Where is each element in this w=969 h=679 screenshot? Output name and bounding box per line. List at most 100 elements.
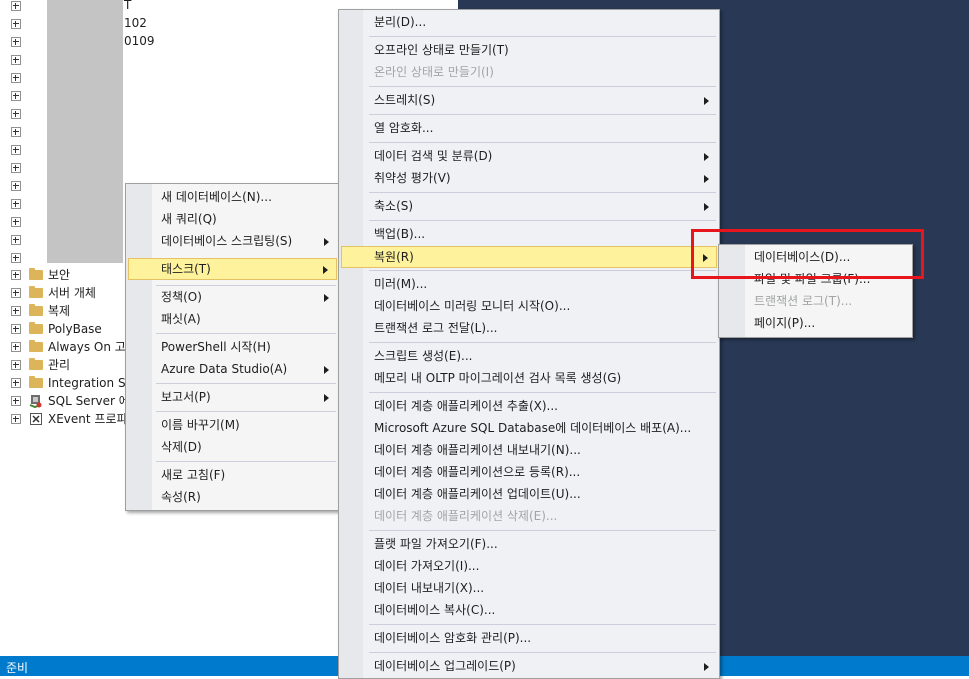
menu-item-import-data[interactable]: 데이터 가져오기(I)... xyxy=(341,555,717,577)
menu-item-mirror[interactable]: 미러(M)... xyxy=(341,273,717,295)
menu-item-manage-encryption[interactable]: 데이터베이스 암호화 관리(P)... xyxy=(341,627,717,649)
menu-item-label: 미러(M)... xyxy=(374,277,428,291)
expand-icon[interactable] xyxy=(11,1,21,11)
menu-item-shrink[interactable]: 축소(S) xyxy=(341,195,717,217)
folder-icon xyxy=(29,286,43,298)
expand-icon[interactable] xyxy=(11,145,21,155)
expand-icon[interactable] xyxy=(11,217,21,227)
menu-item-label: 오프라인 상태로 만들기(T) xyxy=(374,43,509,57)
expand-icon[interactable] xyxy=(11,270,21,280)
folder-icon xyxy=(29,304,43,316)
menu-item-take-offline[interactable]: 오프라인 상태로 만들기(T) xyxy=(341,39,717,61)
tasks-submenu[interactable]: 분리(D)... 오프라인 상태로 만들기(T) 온라인 상태로 만들기(I) … xyxy=(338,9,720,679)
menu-separator xyxy=(156,333,336,334)
menu-item-reports[interactable]: 보고서(P) xyxy=(128,386,337,408)
menu-item-label: 데이터베이스 미러링 모니터 시작(O)... xyxy=(374,299,571,313)
menu-item-log-shipping[interactable]: 트랜잭션 로그 전달(L)... xyxy=(341,317,717,339)
menu-separator xyxy=(369,392,716,393)
menu-item-label: 백업(B)... xyxy=(374,227,426,241)
expand-icon[interactable] xyxy=(11,199,21,209)
menu-item-tasks[interactable]: 태스크(T) xyxy=(128,258,337,280)
menu-item-label: 데이터 계층 애플리케이션 삭제(E)... xyxy=(374,509,558,523)
menu-item-new-database[interactable]: 새 데이터베이스(N)... xyxy=(128,186,337,208)
sql-agent-icon xyxy=(29,394,43,409)
tree-node-label: 관리 xyxy=(48,358,71,372)
expand-icon[interactable] xyxy=(11,37,21,47)
database-context-menu[interactable]: 새 데이터베이스(N)... 새 쿼리(Q) 데이터베이스 스크립팅(S) 태스… xyxy=(125,183,340,511)
submenu-arrow-icon xyxy=(323,266,328,274)
menu-item-delete[interactable]: 삭제(D) xyxy=(128,436,337,458)
expand-icon[interactable] xyxy=(11,127,21,137)
expand-icon[interactable] xyxy=(11,342,21,352)
menu-item-label: 데이터 내보내기(X)... xyxy=(374,581,485,595)
menu-item-export-dac[interactable]: 데이터 계층 애플리케이션 내보내기(N)... xyxy=(341,439,717,461)
folder-icon xyxy=(29,322,43,334)
expand-icon[interactable] xyxy=(11,109,21,119)
menu-item-export-data[interactable]: 데이터 내보내기(X)... xyxy=(341,577,717,599)
menu-item-vulnerability-assessment[interactable]: 취약성 평가(V) xyxy=(341,167,717,189)
menu-item-restore-page[interactable]: 페이지(P)... xyxy=(721,312,910,334)
menu-separator xyxy=(369,652,716,653)
menu-item-properties[interactable]: 속성(R) xyxy=(128,486,337,508)
menu-item-label: 새로 고침(F) xyxy=(161,468,226,482)
expand-icon[interactable] xyxy=(11,235,21,245)
menu-item-column-encryption[interactable]: 열 암호화... xyxy=(341,117,717,139)
menu-item-label: 온라인 상태로 만들기(I) xyxy=(374,65,494,79)
menu-item-import-flat-file[interactable]: 플랫 파일 가져오기(F)... xyxy=(341,533,717,555)
expand-icon[interactable] xyxy=(11,163,21,173)
expand-icon[interactable] xyxy=(11,288,21,298)
expand-icon[interactable] xyxy=(11,414,21,424)
menu-item-oltp-checklist[interactable]: 메모리 내 OLTP 마이그레이션 검사 목록 생성(G) xyxy=(341,367,717,389)
menu-item-data-discovery[interactable]: 데이터 검색 및 분류(D) xyxy=(341,145,717,167)
menu-item-rename[interactable]: 이름 바꾸기(M) xyxy=(128,414,337,436)
menu-item-backup[interactable]: 백업(B)... xyxy=(341,223,717,245)
tree-node-label: 보안 xyxy=(48,268,71,282)
menu-item-register-dac[interactable]: 데이터 계층 애플리케이션으로 등록(R)... xyxy=(341,461,717,483)
expand-icon[interactable] xyxy=(11,378,21,388)
menu-item-start-powershell[interactable]: PowerShell 시작(H) xyxy=(128,336,337,358)
menu-item-upgrade-dac[interactable]: 데이터 계층 애플리케이션 업데이트(U)... xyxy=(341,483,717,505)
menu-item-extract-dac[interactable]: 데이터 계층 애플리케이션 추출(X)... xyxy=(341,395,717,417)
menu-item-label: 취약성 평가(V) xyxy=(374,171,451,185)
menu-item-detach[interactable]: 분리(D)... xyxy=(341,11,717,33)
menu-item-upgrade-database[interactable]: 데이터베이스 업그레이드(P) xyxy=(341,655,717,677)
menu-item-label: 데이터 가져오기(I)... xyxy=(374,559,480,573)
menu-item-facets[interactable]: 패싯(A) xyxy=(128,308,337,330)
expand-icon[interactable] xyxy=(11,396,21,406)
expand-icon[interactable] xyxy=(11,253,21,263)
menu-separator xyxy=(369,86,716,87)
menu-item-stretch[interactable]: 스트레치(S) xyxy=(341,89,717,111)
menu-item-azure-data-studio[interactable]: Azure Data Studio(A) xyxy=(128,358,337,380)
menu-item-label: 새 쿼리(Q) xyxy=(161,212,217,226)
submenu-arrow-icon xyxy=(324,394,329,402)
submenu-arrow-icon xyxy=(704,153,709,161)
menu-item-label: 데이터베이스 암호화 관리(P)... xyxy=(374,631,532,645)
menu-item-label: 데이터베이스 스크립팅(S) xyxy=(161,234,293,248)
expand-icon[interactable] xyxy=(11,306,21,316)
menu-item-restore[interactable]: 복원(R) xyxy=(341,246,717,268)
expand-icon[interactable] xyxy=(11,324,21,334)
expand-icon[interactable] xyxy=(11,91,21,101)
menu-item-label: 데이터 검색 및 분류(D) xyxy=(374,149,493,163)
menu-item-restore-transaction-log: 트랜잭션 로그(T)... xyxy=(721,290,910,312)
menu-item-refresh[interactable]: 새로 고침(F) xyxy=(128,464,337,486)
submenu-arrow-icon xyxy=(324,238,329,246)
menu-item-script-database[interactable]: 데이터베이스 스크립팅(S) xyxy=(128,230,337,252)
database-name-fragment: 0109 xyxy=(124,34,155,48)
expand-icon[interactable] xyxy=(11,55,21,65)
menu-separator xyxy=(369,624,716,625)
menu-item-deploy-azure[interactable]: Microsoft Azure SQL Database에 데이터베이스 배포(… xyxy=(341,417,717,439)
menu-item-copy-database[interactable]: 데이터베이스 복사(C)... xyxy=(341,599,717,621)
expand-icon[interactable] xyxy=(11,360,21,370)
menu-item-label: 분리(D)... xyxy=(374,15,427,29)
expand-icon[interactable] xyxy=(11,19,21,29)
menu-separator xyxy=(369,36,716,37)
menu-separator xyxy=(369,270,716,271)
menu-item-policies[interactable]: 정책(O) xyxy=(128,286,337,308)
menu-item-generate-scripts[interactable]: 스크립트 생성(E)... xyxy=(341,345,717,367)
menu-item-new-query[interactable]: 새 쿼리(Q) xyxy=(128,208,337,230)
expand-icon[interactable] xyxy=(11,73,21,83)
expand-icon[interactable] xyxy=(11,181,21,191)
tree-node-label: XEvent 프로파 xyxy=(48,412,128,426)
menu-item-mirroring-monitor[interactable]: 데이터베이스 미러링 모니터 시작(O)... xyxy=(341,295,717,317)
